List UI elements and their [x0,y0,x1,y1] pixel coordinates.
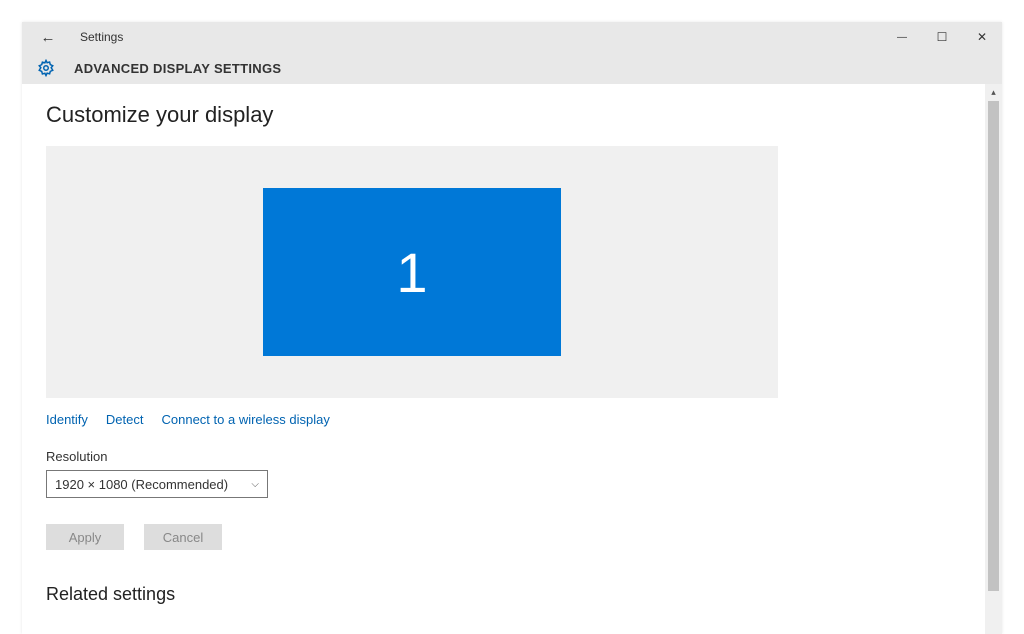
titlebar: Settings ADVANCED DISPLAY SETTINGS [22,22,1002,84]
vertical-scrollbar[interactable]: ▴ [985,84,1002,634]
resolution-value: 1920 × 1080 (Recommended) [55,477,228,492]
action-buttons: Apply Cancel [46,524,960,550]
chevron-down-icon: ⌵ [251,479,259,490]
identify-link[interactable]: Identify [46,412,88,427]
close-button[interactable] [962,22,1002,52]
titlebar-main: ADVANCED DISPLAY SETTINGS [22,52,1002,84]
gear-icon [36,58,56,78]
resolution-label: Resolution [46,449,960,464]
back-button[interactable] [38,27,58,47]
cancel-button[interactable]: Cancel [144,524,222,550]
monitor-tile-1[interactable]: 1 [263,188,561,356]
page-title: ADVANCED DISPLAY SETTINGS [74,61,281,76]
settings-window: Settings ADVANCED DISPLAY SETTINGS Custo… [22,22,1002,634]
minimize-button[interactable] [882,22,922,52]
app-name: Settings [80,30,123,44]
apply-button[interactable]: Apply [46,524,124,550]
back-arrow-icon [41,29,56,46]
resolution-select[interactable]: 1920 × 1080 (Recommended) ⌵ [46,470,268,498]
display-links: Identify Detect Connect to a wireless di… [46,412,960,427]
wireless-display-link[interactable]: Connect to a wireless display [162,412,330,427]
display-preview-area: 1 [46,146,778,398]
customize-heading: Customize your display [46,102,960,128]
related-settings-heading: Related settings [46,584,960,605]
titlebar-top: Settings [22,22,1002,52]
scroll-up-arrow-icon[interactable]: ▴ [985,84,1002,101]
detect-link[interactable]: Detect [106,412,144,427]
scroll-thumb[interactable] [988,101,999,591]
maximize-button[interactable] [922,22,962,52]
content: Customize your display 1 Identify Detect… [22,84,984,634]
window-controls [882,22,1002,52]
